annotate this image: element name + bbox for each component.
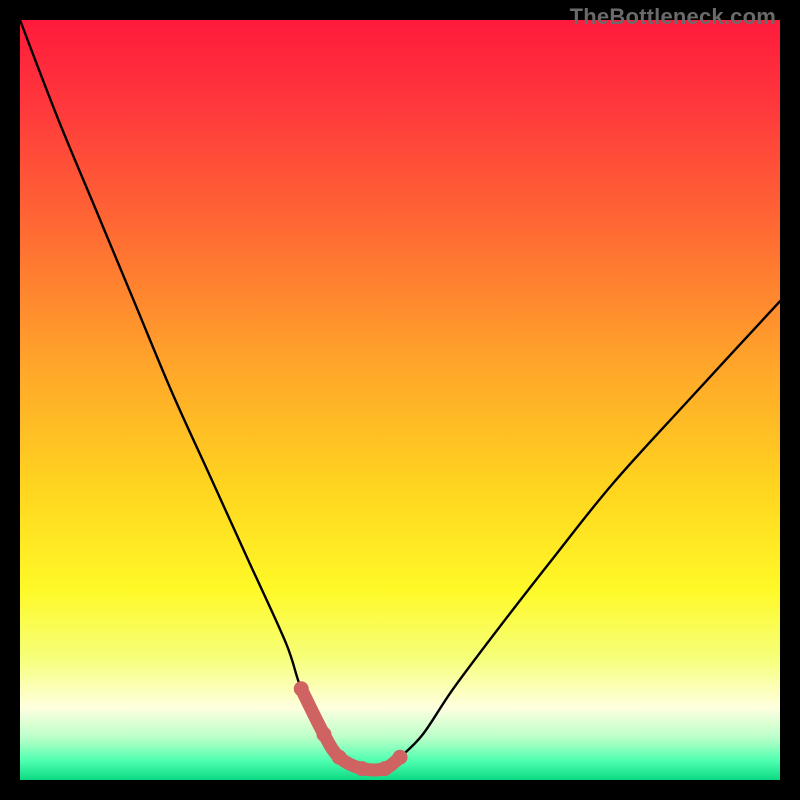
chart-background: [20, 20, 780, 780]
chart-plot-area: [20, 20, 780, 780]
highlight-dot: [355, 761, 370, 776]
highlight-dot: [294, 681, 309, 696]
chart-svg: [20, 20, 780, 780]
highlight-dot: [332, 750, 347, 765]
highlight-dot: [393, 750, 408, 765]
highlight-dot: [317, 727, 332, 742]
chart-stage: TheBottleneck.com: [0, 0, 800, 800]
highlight-dot: [377, 761, 392, 776]
